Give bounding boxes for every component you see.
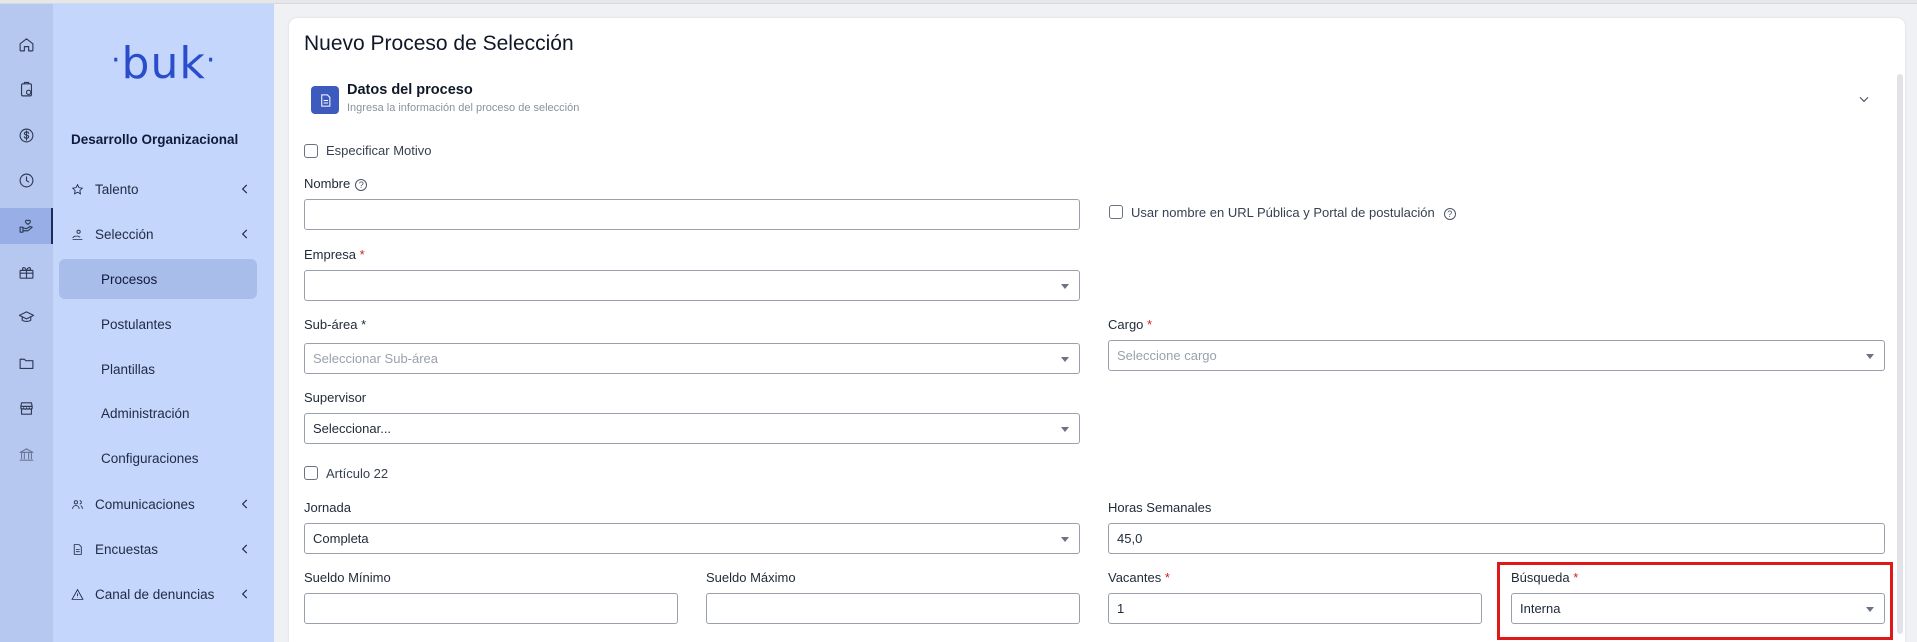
sueldo-minimo-label: Sueldo Mínimo bbox=[304, 570, 391, 585]
especificar-motivo-checkbox[interactable] bbox=[304, 144, 318, 158]
jornada-select[interactable]: Completa bbox=[304, 523, 1080, 554]
supervisor-select[interactable]: Seleccionar... bbox=[304, 413, 1080, 444]
chevron-left-icon bbox=[238, 542, 252, 556]
sidebar-subitem-configuraciones[interactable]: Configuraciones bbox=[59, 438, 257, 478]
section-subtitle: Ingresa la información del proceso de se… bbox=[347, 102, 580, 114]
sidebar-item-label: Encuestas bbox=[95, 541, 159, 557]
subarea-select[interactable]: Seleccionar Sub-área bbox=[304, 343, 1080, 374]
sueldo-minimo-input[interactable] bbox=[304, 593, 678, 624]
sueldo-maximo-input[interactable] bbox=[706, 593, 1080, 624]
cargo-select[interactable]: Seleccione cargo bbox=[1108, 340, 1885, 371]
hand-heart-icon[interactable] bbox=[0, 208, 53, 244]
articulo-22-label: Artículo 22 bbox=[326, 466, 389, 481]
scrollbar[interactable] bbox=[1897, 74, 1903, 634]
articulo-22-checkbox[interactable] bbox=[304, 466, 318, 480]
home-icon[interactable] bbox=[0, 26, 53, 62]
sidebar-item-comunicaciones[interactable]: Comunicaciones bbox=[59, 485, 264, 523]
sidebar-subitem-administracion[interactable]: Administración bbox=[59, 393, 257, 433]
url-publica-checkbox[interactable] bbox=[1109, 205, 1123, 219]
horas-semanales-label: Horas Semanales bbox=[1108, 500, 1212, 515]
dollar-icon[interactable] bbox=[0, 117, 53, 153]
sidebar-item-canal-denuncias[interactable]: Canal de denuncias bbox=[59, 575, 264, 613]
store-icon[interactable] bbox=[0, 390, 53, 426]
buk-logo[interactable]: ·buk· bbox=[111, 38, 216, 89]
help-icon[interactable]: ? bbox=[355, 179, 368, 191]
top-bar bbox=[0, 0, 1917, 4]
empresa-label: Empresa * bbox=[304, 247, 365, 262]
horas-semanales-input[interactable]: 45,0 bbox=[1108, 523, 1885, 554]
hand-user-icon bbox=[69, 226, 85, 242]
sidebar-subitem-postulantes[interactable]: Postulantes bbox=[59, 304, 257, 344]
sidebar-item-label: Selección bbox=[95, 226, 154, 242]
jornada-label: Jornada bbox=[304, 500, 351, 515]
folder-icon[interactable] bbox=[0, 345, 53, 381]
highlight-box bbox=[1497, 562, 1893, 640]
star-icon bbox=[69, 181, 85, 197]
sidebar-subitem-procesos[interactable]: Procesos bbox=[59, 259, 257, 299]
warning-icon bbox=[69, 586, 85, 602]
icon-rail bbox=[0, 4, 53, 642]
graduation-cap-icon[interactable] bbox=[0, 299, 53, 335]
subarea-label: Sub-área * bbox=[304, 317, 367, 332]
sidebar-item-talento[interactable]: Talento bbox=[59, 170, 264, 208]
nombre-label: Nombre? bbox=[304, 176, 368, 191]
nombre-input[interactable] bbox=[304, 199, 1080, 230]
sidebar-item-seleccion[interactable]: Selección bbox=[59, 215, 264, 253]
sueldo-maximo-label: Sueldo Máximo bbox=[706, 570, 796, 585]
main-card: Nuevo Proceso de Selección Datos del pro… bbox=[289, 18, 1905, 642]
sidebar-item-label: Talento bbox=[95, 181, 139, 197]
supervisor-label: Supervisor bbox=[304, 390, 367, 405]
bank-icon[interactable] bbox=[0, 436, 53, 472]
page-title: Nuevo Proceso de Selección bbox=[304, 32, 574, 55]
url-publica-label: Usar nombre en URL Pública y Portal de p… bbox=[1131, 205, 1456, 220]
people-icon bbox=[69, 496, 85, 512]
document-icon bbox=[69, 541, 85, 557]
sidebar-section-title: Desarrollo Organizacional bbox=[71, 132, 239, 147]
vacantes-label: Vacantes * bbox=[1108, 570, 1170, 585]
chevron-left-icon bbox=[238, 182, 252, 196]
document-icon bbox=[311, 86, 339, 114]
sidebar: ·buk· Desarrollo Organizacional Talento … bbox=[53, 4, 274, 642]
sidebar-item-label: Canal de denuncias bbox=[95, 586, 215, 602]
chevron-left-icon bbox=[238, 587, 252, 601]
gift-icon[interactable] bbox=[0, 254, 53, 290]
cargo-label: Cargo * bbox=[1108, 317, 1153, 332]
vacantes-input[interactable]: 1 bbox=[1108, 593, 1482, 624]
chevron-left-icon bbox=[238, 227, 252, 241]
empresa-select[interactable] bbox=[304, 270, 1080, 301]
clipboard-clock-icon[interactable] bbox=[0, 71, 53, 107]
chevron-down-icon[interactable] bbox=[1857, 92, 1873, 108]
clock-icon[interactable] bbox=[0, 162, 53, 198]
help-icon[interactable]: ? bbox=[1443, 208, 1456, 220]
sidebar-item-encuestas[interactable]: Encuestas bbox=[59, 530, 264, 568]
sidebar-subitem-plantillas[interactable]: Plantillas bbox=[59, 349, 257, 389]
chevron-left-icon bbox=[238, 497, 252, 511]
sidebar-item-label: Comunicaciones bbox=[95, 496, 195, 512]
section-title: Datos del proceso bbox=[347, 82, 473, 98]
especificar-motivo-label: Especificar Motivo bbox=[326, 143, 432, 158]
